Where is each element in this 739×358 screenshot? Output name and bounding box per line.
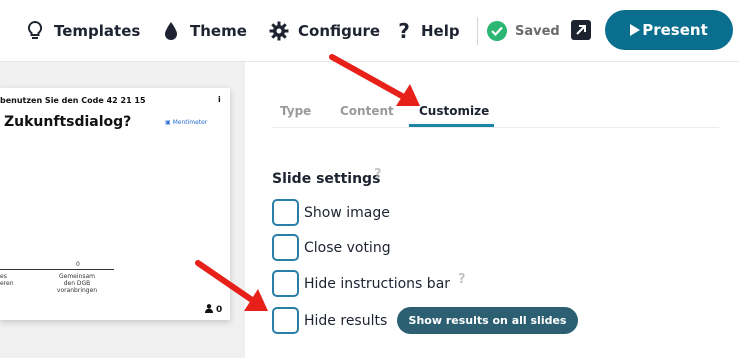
bar-count: 0: [76, 261, 80, 268]
present-button[interactable]: Present: [605, 10, 733, 50]
slide-settings-title: Slide settings: [272, 171, 381, 187]
slide-preview[interactable]: benutzen Sie den Code 42 21 15 i Zukunft…: [0, 88, 230, 320]
help-button[interactable]: ? Help: [397, 18, 460, 44]
top-toolbar: Templates Theme Configure ? Help Saved P…: [0, 0, 739, 62]
hide-results-label: Hide results: [304, 312, 388, 329]
toolbar-divider: [477, 17, 478, 45]
info-icon: i: [218, 95, 221, 104]
question-icon: ?: [398, 19, 410, 43]
chart-label-left: es eren: [0, 273, 14, 287]
mentimeter-logo: ▣ Mentimeter: [165, 119, 208, 126]
present-label: Present: [642, 21, 708, 39]
slide-settings-help-icon[interactable]: ?: [374, 167, 382, 182]
lightbulb-icon: [24, 20, 46, 42]
person-icon: [205, 304, 213, 316]
theme-label: Theme: [190, 22, 247, 40]
voting-code: 42 21 15: [106, 96, 146, 105]
hide-instructions-bar-label: Hide instructions bar: [304, 275, 451, 292]
chart-label-middle: Gemeinsam den DGB voranbringen: [56, 273, 98, 294]
external-link-icon: [575, 21, 587, 40]
tab-customize[interactable]: Customize: [419, 104, 489, 118]
slide-question: Zukunftsdialog?: [4, 114, 132, 130]
option-close-voting: Close voting: [272, 234, 391, 261]
hide-results-checkbox[interactable]: [272, 307, 299, 334]
external-link-button[interactable]: [571, 20, 591, 40]
help-label: Help: [421, 22, 460, 40]
option-show-image: Show image: [272, 199, 390, 226]
configure-label: Configure: [298, 22, 381, 40]
close-voting-checkbox[interactable]: [272, 234, 299, 261]
option-hide-instructions-bar: Hide instructions bar ?: [272, 270, 466, 297]
hide-instructions-help-icon[interactable]: ?: [458, 272, 466, 287]
saved-status: Saved: [487, 18, 560, 44]
show-image-label: Show image: [304, 204, 390, 221]
hide-instructions-bar-checkbox[interactable]: [272, 270, 299, 297]
configure-button[interactable]: Configure: [268, 18, 380, 44]
option-hide-results: Hide results: [272, 307, 387, 334]
play-icon: [630, 24, 641, 36]
check-circle-icon: [487, 21, 507, 41]
active-tab-indicator: [409, 124, 494, 127]
templates-label: Templates: [54, 22, 141, 40]
gear-icon: [268, 20, 290, 42]
close-voting-label: Close voting: [304, 239, 391, 256]
arrow-to-customize-tab: [329, 54, 420, 106]
theme-button[interactable]: Theme: [160, 18, 247, 44]
show-results-all-slides-button[interactable]: Show results on all slides: [397, 307, 578, 334]
response-count: 0: [205, 304, 222, 316]
tab-type[interactable]: Type: [280, 104, 311, 118]
chart-baseline: [0, 269, 114, 270]
tab-content[interactable]: Content: [340, 104, 394, 118]
drop-icon: [160, 20, 182, 42]
saved-label: Saved: [515, 23, 560, 39]
templates-button[interactable]: Templates: [24, 18, 140, 44]
show-image-checkbox[interactable]: [272, 199, 299, 226]
tabs-divider: [272, 127, 719, 128]
voting-code-line: benutzen Sie den Code 42 21 15: [0, 96, 146, 105]
